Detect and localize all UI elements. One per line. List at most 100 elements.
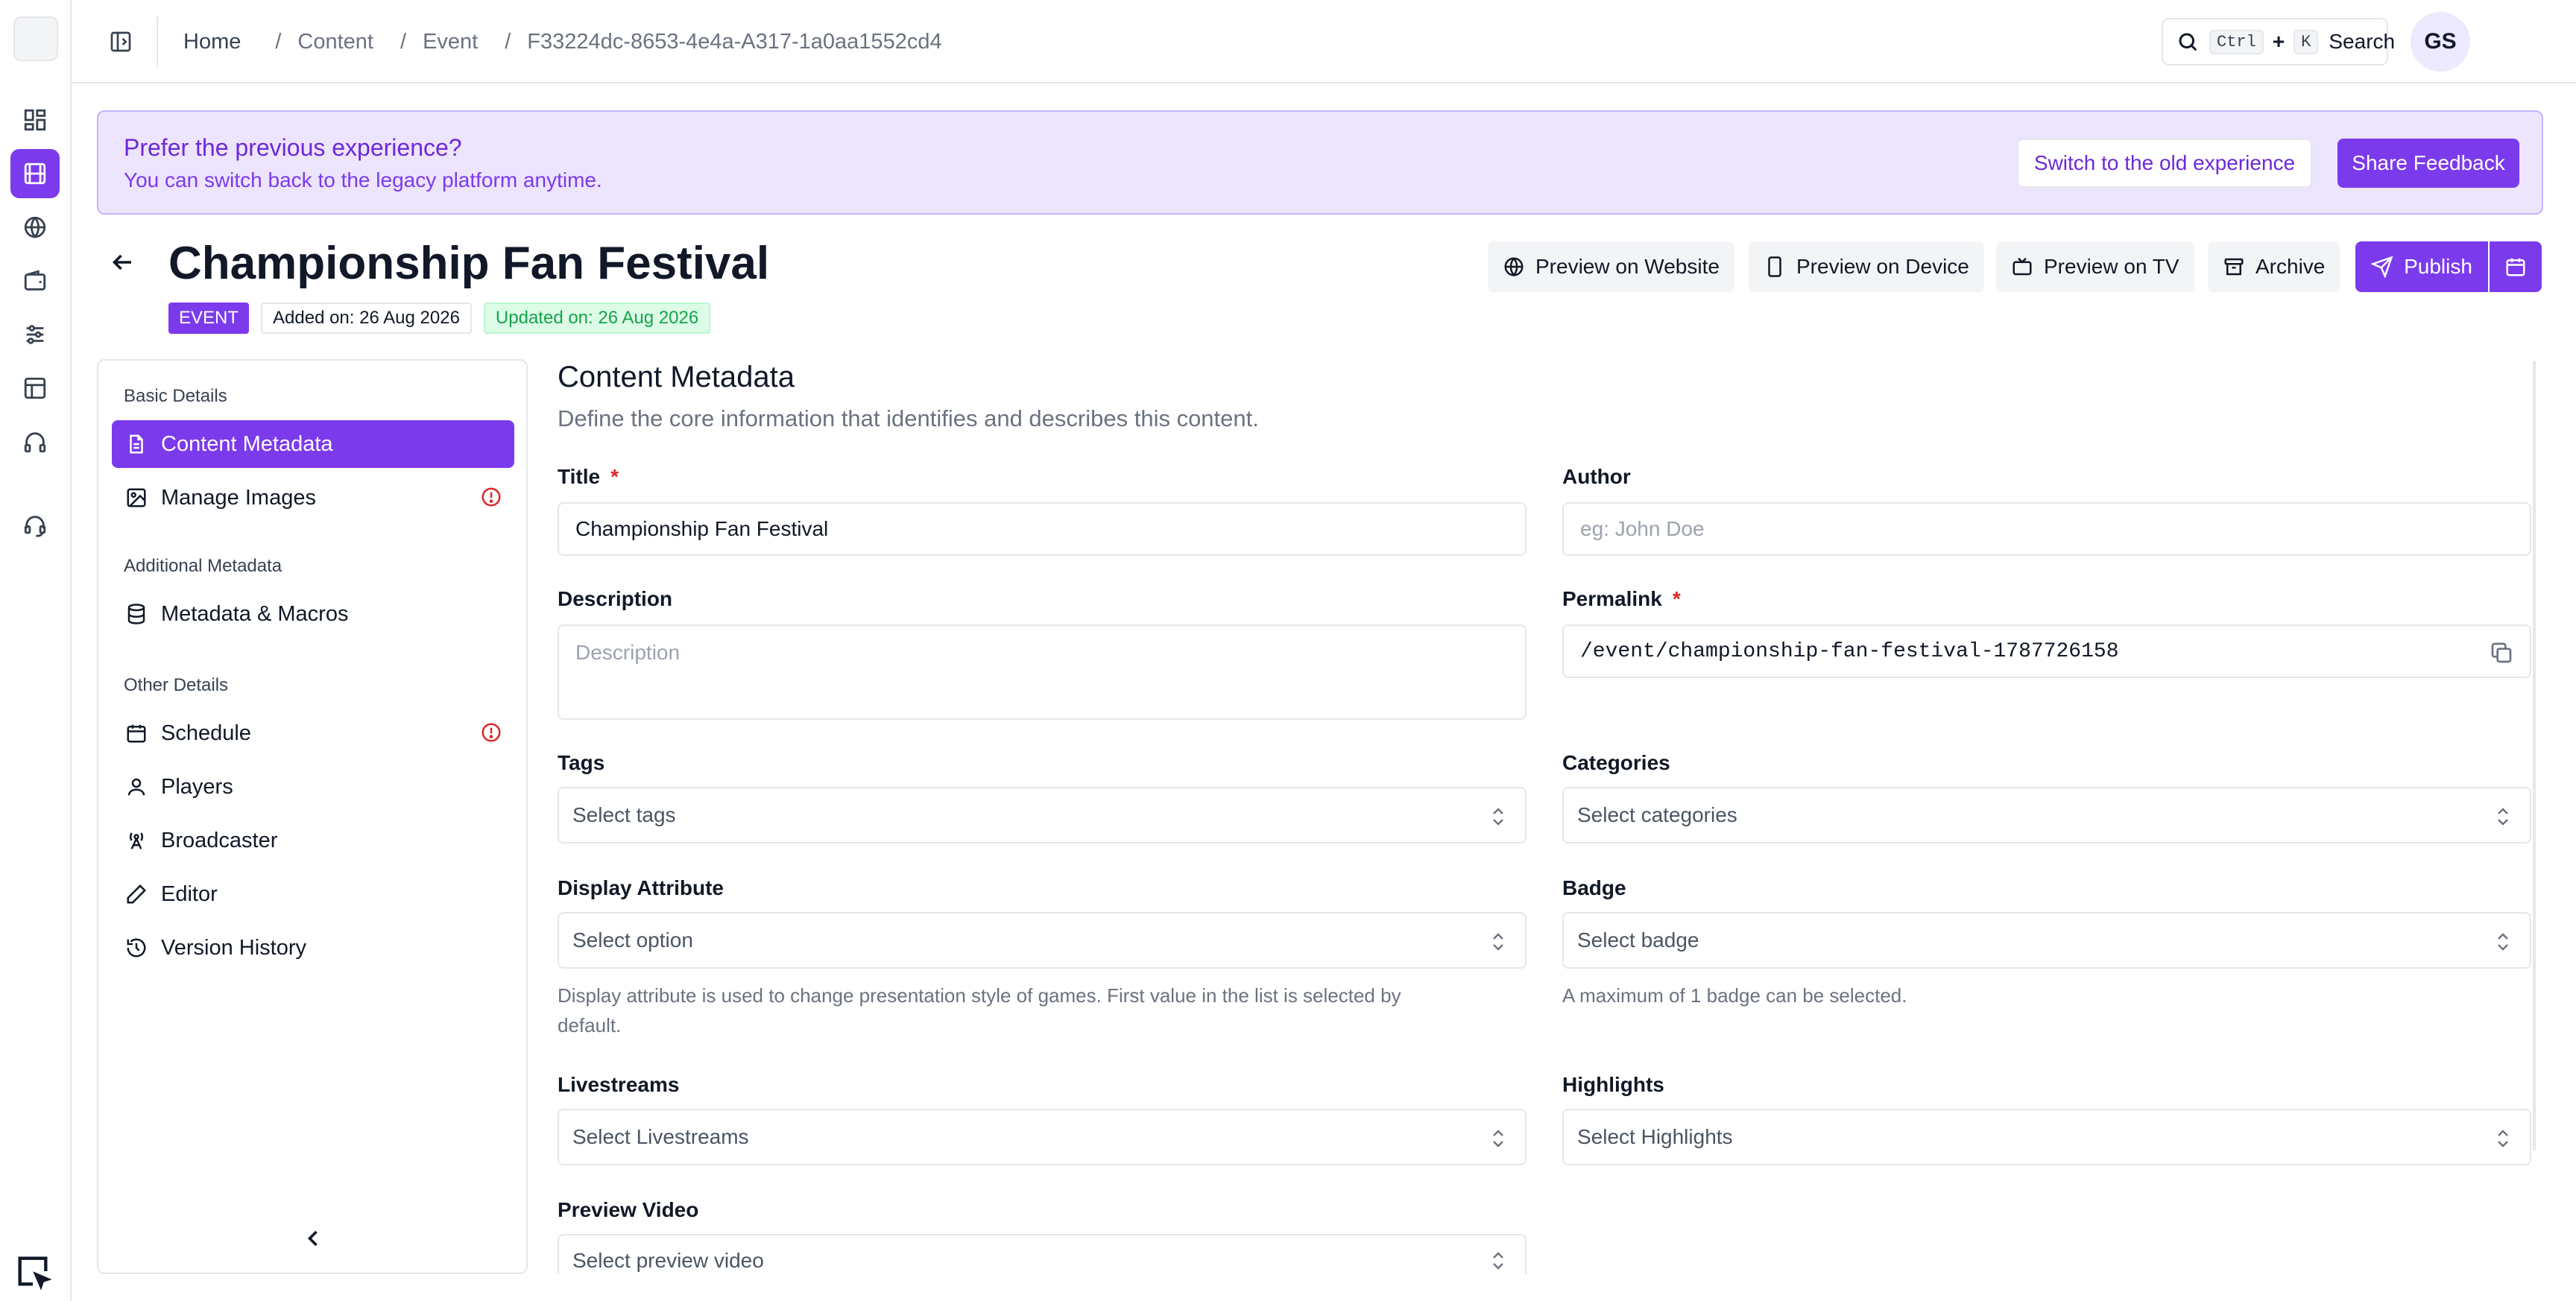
nav-label: Content Metadata (161, 431, 333, 456)
nav-label: Manage Images (161, 485, 316, 510)
highlights-select[interactable]: Select Highlights (1562, 1109, 2531, 1165)
tv-icon (2011, 256, 2033, 278)
nav-metadata-macros[interactable]: Metadata & Macros (112, 590, 514, 638)
breadcrumb-separator: / (400, 29, 407, 54)
description-label: Description (558, 587, 673, 610)
nav-label: Version History (161, 935, 307, 960)
display-attribute-select[interactable]: Select option (558, 912, 1527, 969)
support-icon[interactable] (10, 501, 60, 550)
chevrons-up-down-icon (1489, 1128, 1507, 1149)
display-attribute-help-line: Display attribute is used to change pres… (558, 984, 1401, 1007)
nav-label: Metadata & Macros (161, 601, 349, 626)
form-heading: Content Metadata (558, 361, 795, 393)
nav-content-metadata[interactable]: Content Metadata (112, 420, 514, 468)
badge-select[interactable]: Select badge (1562, 912, 2531, 969)
publish-label: Publish (2404, 255, 2472, 278)
nav-players[interactable]: Players (112, 763, 514, 811)
nav-editor[interactable]: Editor (112, 870, 514, 918)
title-input[interactable]: Championship Fan Festival (558, 502, 1527, 556)
share-feedback-button[interactable]: Share Feedback (2337, 139, 2519, 188)
required-mark: * (1672, 587, 1681, 610)
archive-button[interactable]: Archive (2208, 241, 2340, 292)
banner-title: Prefer the previous experience? (124, 134, 462, 161)
publish-button[interactable]: Publish (2355, 241, 2488, 292)
schedule-publish-button[interactable] (2490, 241, 2542, 292)
badge-help: A maximum of 1 badge can be selected. (1562, 984, 1907, 1007)
livestreams-label: Livestreams (558, 1073, 680, 1096)
send-icon (2371, 256, 2393, 278)
nav-schedule[interactable]: Schedule (112, 709, 514, 757)
film-icon[interactable] (10, 149, 60, 198)
file-text-icon (125, 433, 148, 455)
categories-placeholder: Select categories (1577, 803, 1737, 826)
tags-select[interactable]: Select tags (558, 787, 1527, 843)
nav-version-history[interactable]: Version History (112, 924, 514, 972)
app-rail (0, 0, 72, 1301)
switch-old-experience-button[interactable]: Switch to the old experience (2017, 139, 2312, 188)
breadcrumb: Home / Content / Event / F33224dc-8653-4… (183, 27, 942, 57)
nav-manage-images[interactable]: Manage Images (112, 474, 514, 522)
globe-icon[interactable] (10, 203, 60, 252)
highlights-placeholder: Select Highlights (1577, 1125, 1733, 1148)
sidebar-toggle-icon[interactable] (104, 25, 137, 58)
chevrons-up-down-icon (1489, 806, 1507, 827)
archive-icon (2223, 256, 2245, 278)
author-label: Author (1562, 465, 1631, 488)
livestreams-select[interactable]: Select Livestreams (558, 1109, 1527, 1165)
calendar-icon (125, 722, 148, 744)
content-type-badge: EVENT (168, 303, 250, 334)
display-attribute-help-line: default. (558, 1014, 622, 1036)
form-scrollbar[interactable] (2533, 361, 2536, 1150)
search-button[interactable]: Ctrl + K Search (2162, 18, 2395, 66)
preview-video-select[interactable]: Select preview video (558, 1234, 1527, 1274)
banner-subtitle: You can switch back to the legacy platfo… (124, 168, 602, 191)
description-textarea[interactable]: Description (558, 624, 1527, 720)
alert-circle-icon (480, 721, 502, 744)
kbd-plus: + (2272, 30, 2285, 53)
user-avatar[interactable]: GS (2411, 12, 2470, 72)
chevrons-up-down-icon (1489, 1250, 1507, 1271)
sliders-icon[interactable] (10, 310, 60, 359)
nav-label: Editor (161, 881, 218, 906)
kbd-k: K (2294, 29, 2319, 54)
tags-placeholder: Select tags (572, 803, 676, 826)
layout-icon[interactable] (10, 364, 60, 413)
history-icon (125, 937, 148, 959)
wallet-icon[interactable] (10, 256, 60, 306)
kbd-ctrl: Ctrl (2209, 29, 2264, 54)
badge-label: Badge (1562, 876, 1626, 899)
preview-tv-button[interactable]: Preview on TV (1996, 241, 2194, 292)
dashboard-icon[interactable] (10, 95, 60, 145)
smartphone-icon (1764, 256, 1786, 278)
calendar-icon (2504, 256, 2527, 278)
author-input[interactable]: eg: John Doe (1562, 502, 2531, 556)
nav-label: Players (161, 774, 233, 799)
categories-select[interactable]: Select categories (1562, 787, 2531, 843)
livestreams-placeholder: Select Livestreams (572, 1125, 749, 1148)
nav-label: Schedule (161, 721, 251, 745)
breadcrumb-event[interactable]: Event (423, 30, 478, 54)
breadcrumb-content[interactable]: Content (297, 30, 373, 54)
collapse-chevron-left-icon[interactable] (300, 1225, 326, 1252)
nav-broadcaster[interactable]: Broadcaster (112, 817, 514, 864)
app-logo-icon[interactable] (13, 16, 58, 61)
preview-device-button[interactable]: Preview on Device (1749, 241, 1984, 292)
added-date-badge: Added on: 26 Aug 2026 (261, 303, 472, 334)
image-icon (125, 487, 148, 509)
copy-icon[interactable] (2490, 641, 2513, 665)
radio-tower-icon (125, 829, 148, 852)
search-icon (2176, 31, 2199, 53)
chevrons-up-down-icon (2494, 931, 2512, 952)
breadcrumb-separator: / (505, 29, 511, 54)
preview-website-label: Preview on Website (1535, 255, 1720, 278)
permalink-input[interactable]: /event/championship-fan-festival-1787726… (1562, 624, 2531, 678)
topbar-divider (157, 16, 158, 67)
categories-label: Categories (1562, 751, 1670, 774)
headphones-icon[interactable] (10, 417, 60, 466)
breadcrumb-home[interactable]: Home (183, 30, 241, 54)
cursor-select-icon[interactable] (10, 1249, 55, 1294)
globe-icon (1503, 256, 1525, 278)
top-bar: Home / Content / Event / F33224dc-8653-4… (72, 0, 2576, 83)
back-arrow-icon[interactable] (109, 249, 136, 276)
preview-website-button[interactable]: Preview on Website (1488, 241, 1734, 292)
